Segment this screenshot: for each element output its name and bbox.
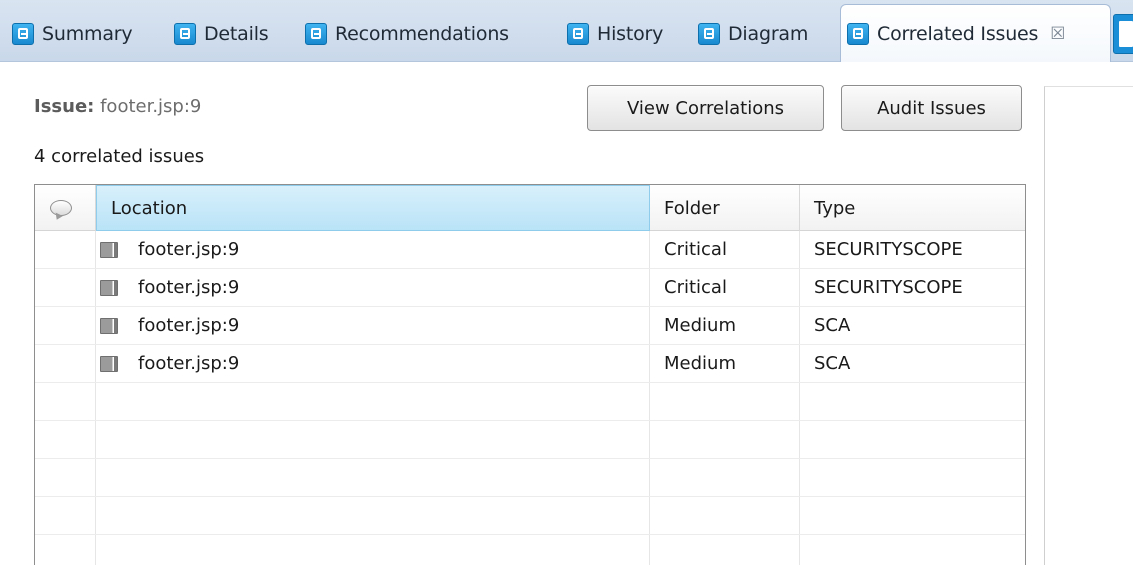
tab-label: Recommendations — [335, 23, 509, 45]
empty-cell — [800, 383, 1025, 420]
empty-cell — [35, 421, 96, 458]
side-panel — [1044, 86, 1133, 565]
folder-cell: Critical — [650, 231, 800, 268]
empty-cell — [800, 497, 1025, 534]
empty-row — [35, 421, 1025, 459]
empty-row — [35, 459, 1025, 497]
issue-value: footer.jsp:9 — [100, 96, 202, 117]
document-icon — [567, 23, 589, 45]
empty-cell — [800, 535, 1025, 565]
issue-label: Issue: — [34, 96, 95, 117]
editor-tab-bar: Summary Details Recommendations History … — [0, 0, 1133, 62]
correlated-issues-table[interactable]: Location Folder Type footer.jsp:9 Critic… — [34, 184, 1026, 565]
folder-cell: Medium — [650, 307, 800, 344]
tab-label: Details — [204, 23, 269, 45]
empty-cell — [96, 383, 650, 420]
empty-row — [35, 497, 1025, 535]
location-text: footer.jsp:9 — [138, 239, 240, 260]
empty-cell — [650, 497, 800, 534]
tab-overflow-icon[interactable] — [1113, 14, 1133, 54]
empty-cell — [650, 421, 800, 458]
table-row[interactable]: footer.jsp:9 Critical SECURITYSCOPE — [35, 231, 1025, 269]
folder-cell: Critical — [650, 269, 800, 306]
tab-diagram[interactable]: Diagram — [698, 8, 808, 60]
audit-issues-button[interactable]: Audit Issues — [841, 85, 1022, 131]
column-header-location[interactable]: Location — [96, 185, 650, 231]
comment-cell — [35, 307, 96, 344]
empty-cell — [35, 535, 96, 565]
location-cell: footer.jsp:9 — [96, 231, 650, 268]
location-cell: footer.jsp:9 — [96, 345, 650, 382]
empty-cell — [96, 497, 650, 534]
empty-cell — [35, 459, 96, 496]
empty-cell — [800, 421, 1025, 458]
tab-recommendations[interactable]: Recommendations — [305, 8, 509, 60]
tab-label: Summary — [42, 23, 133, 45]
file-icon — [100, 279, 118, 296]
tab-details[interactable]: Details — [174, 8, 269, 60]
file-icon — [100, 355, 118, 372]
file-icon — [100, 241, 118, 258]
document-icon — [305, 23, 327, 45]
tab-label: Correlated Issues — [877, 22, 1039, 45]
comment-cell — [35, 345, 96, 382]
location-text: footer.jsp:9 — [138, 315, 240, 336]
empty-cell — [35, 383, 96, 420]
empty-cell — [96, 535, 650, 565]
close-icon[interactable]: ☒ — [1050, 24, 1065, 44]
location-text: footer.jsp:9 — [138, 277, 240, 298]
column-header-type[interactable]: Type — [800, 185, 1025, 231]
tab-label: Diagram — [728, 23, 809, 45]
type-cell: SECURITYSCOPE — [814, 239, 963, 260]
file-icon — [100, 317, 118, 334]
document-icon — [174, 23, 196, 45]
location-cell: footer.jsp:9 — [96, 269, 650, 306]
comment-cell — [35, 269, 96, 306]
empty-cell — [650, 459, 800, 496]
empty-cell — [800, 459, 1025, 496]
folder-cell: Medium — [650, 345, 800, 382]
document-icon — [12, 23, 34, 45]
empty-cell — [650, 535, 800, 565]
empty-cell — [35, 497, 96, 534]
document-icon — [847, 22, 869, 45]
column-header-folder[interactable]: Folder — [650, 185, 800, 231]
view-correlations-button[interactable]: View Correlations — [587, 85, 824, 131]
tab-history[interactable]: History — [567, 8, 663, 60]
empty-row — [35, 535, 1025, 565]
comment-icon — [50, 200, 72, 216]
empty-cell — [650, 383, 800, 420]
document-icon — [698, 23, 720, 45]
table-row[interactable]: footer.jsp:9 Critical SECURITYSCOPE — [35, 269, 1025, 307]
location-cell: footer.jsp:9 — [96, 307, 650, 344]
empty-row — [35, 383, 1025, 421]
tab-summary[interactable]: Summary — [12, 8, 133, 60]
table-row[interactable]: footer.jsp:9 Medium SCA — [35, 345, 1025, 383]
tab-correlated-issues[interactable]: Correlated Issues ☒ — [840, 4, 1111, 62]
type-cell: SECURITYSCOPE — [814, 277, 963, 298]
issue-line: Issue: footer.jsp:9 — [34, 96, 201, 117]
type-cell: SCA — [814, 353, 851, 374]
empty-cell — [96, 421, 650, 458]
empty-cell — [96, 459, 650, 496]
table-header: Location Folder Type — [35, 185, 1025, 231]
table-body: footer.jsp:9 Critical SECURITYSCOPE foot… — [35, 231, 1025, 565]
type-cell: SCA — [814, 315, 851, 336]
table-row[interactable]: footer.jsp:9 Medium SCA — [35, 307, 1025, 345]
correlated-count: 4 correlated issues — [34, 146, 205, 167]
column-header-comment[interactable] — [35, 185, 96, 231]
comment-cell — [35, 231, 96, 268]
location-text: footer.jsp:9 — [138, 353, 240, 374]
tab-label: History — [597, 23, 664, 45]
